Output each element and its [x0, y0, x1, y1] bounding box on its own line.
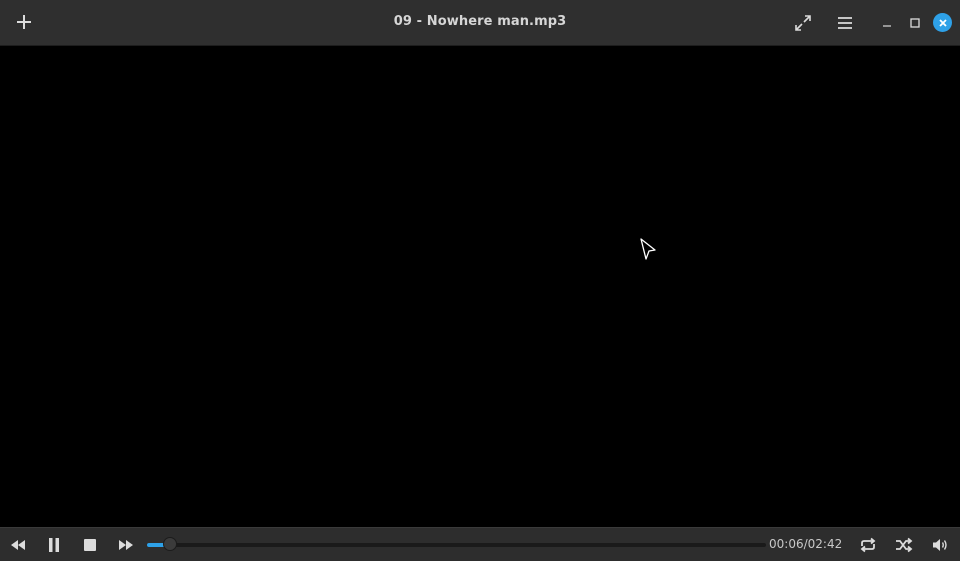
fast-forward-button[interactable] [114, 534, 138, 556]
shuffle-icon [895, 537, 913, 553]
video-area[interactable] [0, 47, 960, 527]
time-display: 00:06/02:42 [769, 537, 843, 551]
mouse-cursor-icon [638, 237, 658, 263]
minimize-button[interactable] [876, 12, 898, 34]
volume-icon [932, 537, 950, 553]
close-button[interactable] [933, 13, 952, 32]
expand-arrows-icon [794, 14, 812, 32]
repeat-button[interactable] [856, 534, 880, 556]
hamburger-menu-icon [837, 16, 853, 30]
minimize-icon [881, 17, 893, 29]
seek-bar[interactable] [147, 537, 766, 551]
title-bar: 09 - Nowhere man.mp3 [0, 0, 960, 46]
maximize-button[interactable] [904, 12, 926, 34]
playback-controls: 00:06/02:42 [0, 527, 960, 561]
stop-icon [84, 539, 96, 551]
pause-button[interactable] [42, 534, 66, 556]
maximize-icon [909, 17, 921, 29]
menu-button[interactable] [831, 9, 859, 37]
rewind-button[interactable] [6, 534, 30, 556]
stop-button[interactable] [78, 534, 102, 556]
close-icon [938, 18, 948, 28]
fast-forward-icon [118, 539, 134, 551]
rewind-icon [10, 539, 26, 551]
pause-icon [48, 538, 60, 552]
media-player-window: 09 - Nowhere man.mp3 00:06/02:42 [0, 0, 960, 561]
fullscreen-button[interactable] [789, 9, 817, 37]
repeat-icon [859, 537, 877, 553]
seek-handle[interactable] [162, 537, 177, 551]
volume-button[interactable] [929, 534, 953, 556]
shuffle-button[interactable] [892, 534, 916, 556]
